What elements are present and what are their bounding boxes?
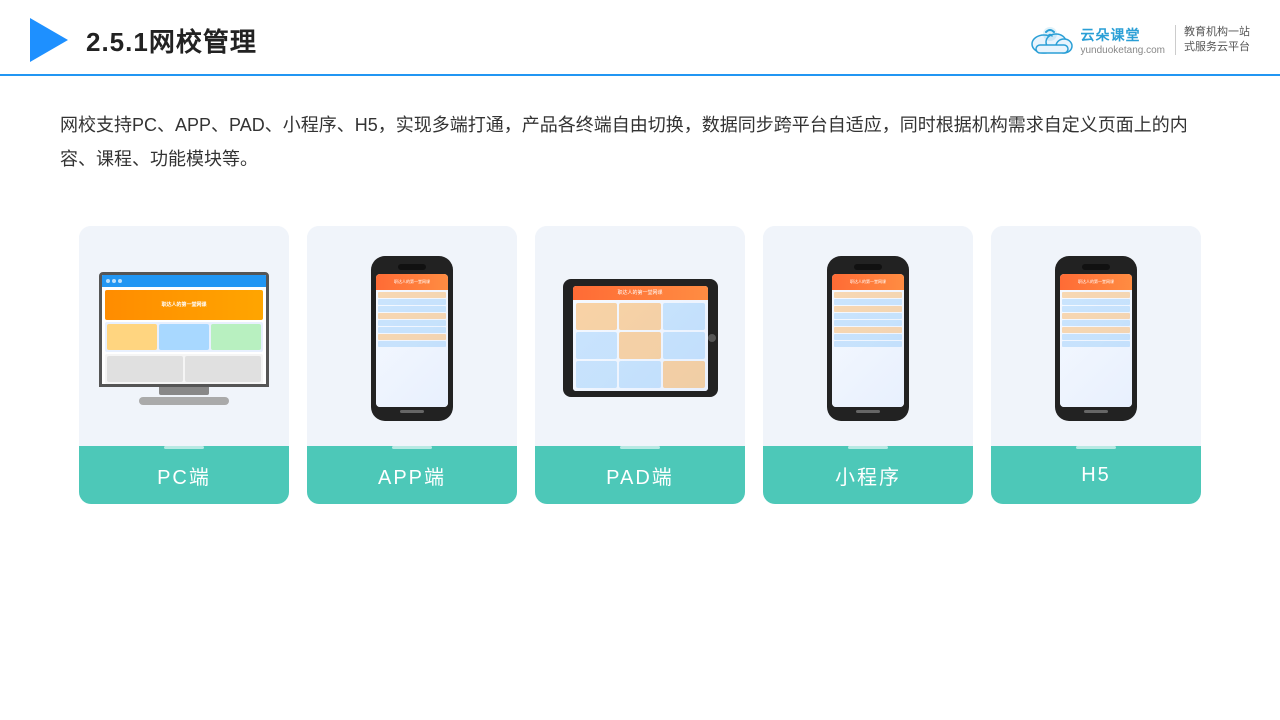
h5-phone-mockup: 职达人的第一堂网课 <box>1051 256 1141 421</box>
card-pc: 职达人的第一堂网课 <box>79 226 289 504</box>
h5-phone-notch <box>1082 264 1110 270</box>
header-right: 云朵课堂 yunduoketang.com 教育机构一站 式服务云平台 <box>1026 24 1250 56</box>
card-h5-label-wrapper: H5 <box>991 446 1201 504</box>
miniprogram-phone-mockup: 职达人的第一堂网课 <box>823 256 913 421</box>
card-pad-divider <box>620 446 660 449</box>
card-pc-label-wrapper: PC端 <box>79 446 289 504</box>
card-miniprogram-label-wrapper: 小程序 <box>763 446 973 504</box>
card-h5-label-text: H5 <box>1081 464 1111 487</box>
miniprogram-phone-screen: 职达人的第一堂网课 <box>832 274 904 407</box>
card-pc-label-text: PC端 <box>157 461 211 490</box>
miniprogram-phone-home <box>856 410 880 413</box>
card-app-image: 职达人的第一堂网课 <box>307 226 517 446</box>
pad-tablet-mockup: 职达人的第一堂网课 <box>563 279 718 397</box>
card-h5-label: H5 <box>991 446 1201 504</box>
miniprogram-phone-body: 职达人的第一堂网课 <box>827 256 909 421</box>
miniprogram-phone-notch <box>854 264 882 270</box>
brand-slogan-text: 教育机构一站 式服务云平台 <box>1175 25 1250 56</box>
pad-tablet-screen: 职达人的第一堂网课 <box>573 286 708 391</box>
app-phone-notch <box>398 264 426 270</box>
card-miniprogram-image: 职达人的第一堂网课 <box>763 226 973 446</box>
card-h5-image: 职达人的第一堂网课 <box>991 226 1201 446</box>
h5-phone-home <box>1084 410 1108 413</box>
brand-name-text: 云朵课堂 <box>1080 25 1140 45</box>
app-phone-mockup: 职达人的第一堂网课 <box>367 256 457 421</box>
card-h5: 职达人的第一堂网课 <box>991 226 1201 504</box>
card-miniprogram: 职达人的第一堂网课 <box>763 226 973 504</box>
app-phone-screen: 职达人的第一堂网课 <box>376 274 448 407</box>
cloud-logo-icon <box>1026 24 1074 56</box>
card-h5-divider <box>1076 446 1116 449</box>
page-title: 2.5.1网校管理 <box>86 22 257 59</box>
pc-device-mockup: 职达人的第一堂网课 <box>94 272 274 405</box>
app-phone-home <box>400 410 424 413</box>
brand-url-text: yunduoketang.com <box>1080 45 1165 56</box>
card-app-label-wrapper: APP端 <box>307 446 517 504</box>
card-miniprogram-label: 小程序 <box>763 446 973 504</box>
card-pad-label-wrapper: PAD端 <box>535 446 745 504</box>
h5-phone-screen: 职达人的第一堂网课 <box>1060 274 1132 407</box>
pc-screen: 职达人的第一堂网课 <box>99 272 269 387</box>
card-pad-label: PAD端 <box>535 446 745 504</box>
description-paragraph: 网校支持PC、APP、PAD、小程序、H5，实现多端打通，产品各终端自由切换，数… <box>60 108 1220 176</box>
app-phone-body: 职达人的第一堂网课 <box>371 256 453 421</box>
card-miniprogram-divider <box>848 446 888 449</box>
h5-phone-body: 职达人的第一堂网课 <box>1055 256 1137 421</box>
card-app-divider <box>392 446 432 449</box>
card-miniprogram-label-text: 小程序 <box>835 461 901 490</box>
logo-triangle-icon <box>30 18 68 62</box>
pad-tablet-body: 职达人的第一堂网课 <box>563 279 718 397</box>
card-pad: 职达人的第一堂网课 <box>535 226 745 504</box>
brand-logo: 云朵课堂 yunduoketang.com 教育机构一站 式服务云平台 <box>1026 24 1250 56</box>
brand-text: 云朵课堂 yunduoketang.com <box>1080 25 1165 56</box>
cards-container: 职达人的第一堂网课 <box>0 202 1280 524</box>
description-text: 网校支持PC、APP、PAD、小程序、H5，实现多端打通，产品各终端自由切换，数… <box>0 76 1280 192</box>
card-app-label: APP端 <box>307 446 517 504</box>
pad-home-button <box>708 334 716 342</box>
card-app: 职达人的第一堂网课 <box>307 226 517 504</box>
card-pad-image: 职达人的第一堂网课 <box>535 226 745 446</box>
card-app-label-text: APP端 <box>378 461 446 490</box>
card-pad-label-text: PAD端 <box>606 461 674 490</box>
card-pc-divider <box>164 446 204 449</box>
header: 2.5.1网校管理 云朵课堂 yunduoketang.com 教育机构一站 式… <box>0 0 1280 76</box>
card-pc-image: 职达人的第一堂网课 <box>79 226 289 446</box>
header-left: 2.5.1网校管理 <box>30 18 257 62</box>
card-pc-label: PC端 <box>79 446 289 504</box>
